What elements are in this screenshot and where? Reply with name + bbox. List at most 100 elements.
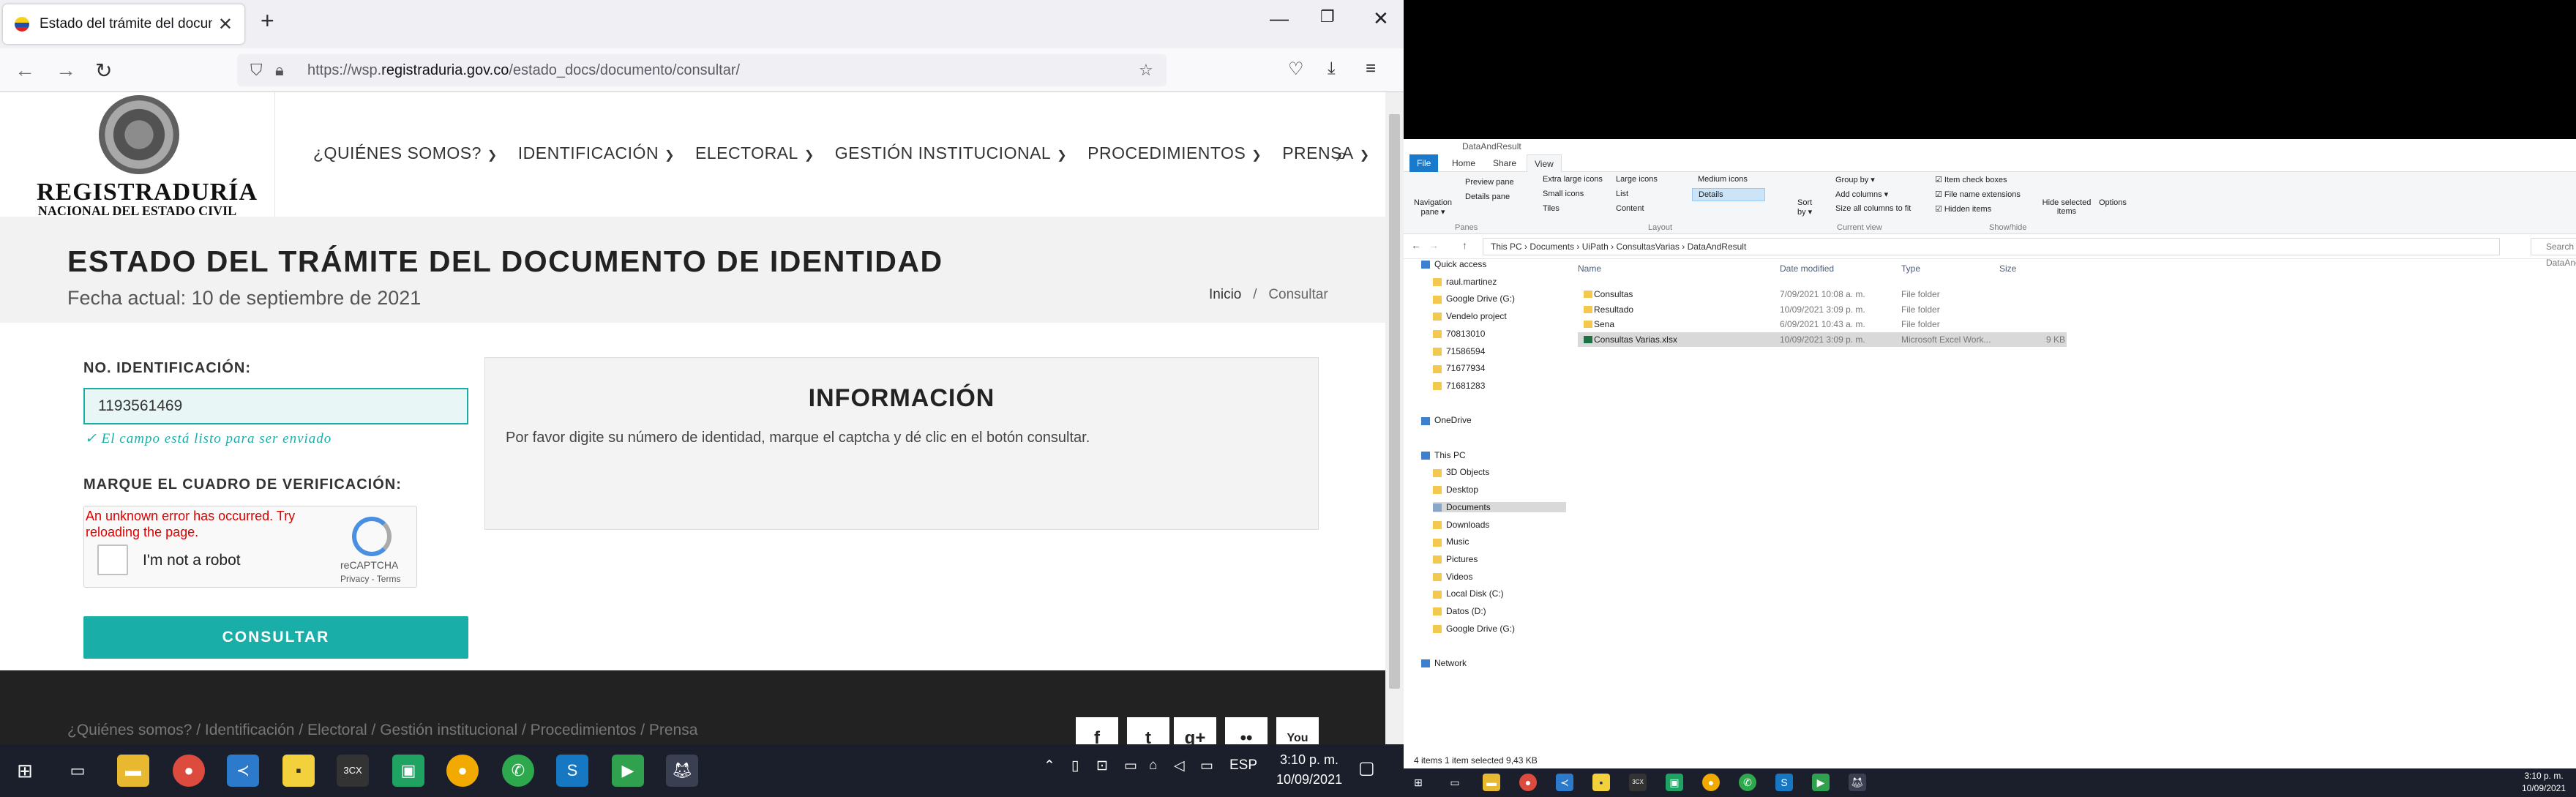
chrome-icon[interactable]: ● xyxy=(1519,774,1537,791)
consultar-button[interactable]: CONSULTAR xyxy=(83,616,468,659)
file-extensions-toggle[interactable]: ☑ File name extensions xyxy=(1935,190,2021,199)
3cx-icon[interactable]: 3CX xyxy=(337,755,369,787)
nav-item[interactable]: OneDrive xyxy=(1421,415,1472,425)
nav-item[interactable]: Datos (D:) xyxy=(1433,606,1486,616)
captcha-checkbox[interactable] xyxy=(97,545,128,575)
nav-item[interactable]: Music xyxy=(1433,536,1469,547)
col-name[interactable]: Name xyxy=(1578,263,1601,274)
restore-icon[interactable]: ❐ xyxy=(1320,7,1335,26)
sort-by-button[interactable]: Sort by ▾ xyxy=(1797,198,1818,217)
menu-icon[interactable]: ≡ xyxy=(1366,59,1376,79)
menu-item-quienes[interactable]: ¿QUIÉNES SOMOS? ❯ xyxy=(313,143,498,163)
firefox-icon[interactable]: 🦊︎ xyxy=(1849,774,1866,791)
show-hidden-icons-icon[interactable]: ⌃ xyxy=(1044,757,1055,774)
col-type[interactable]: Type xyxy=(1901,263,1920,274)
chrome-icon[interactable]: ● xyxy=(173,755,205,787)
chat-app-icon[interactable]: ▣ xyxy=(1666,774,1683,791)
nav-item[interactable]: 3D Objects xyxy=(1433,467,1489,477)
tab-file[interactable]: File xyxy=(1409,154,1439,172)
nav-item[interactable]: 71677934 xyxy=(1433,363,1485,373)
file-row[interactable]: Consultas Varias.xlsx 10/09/2021 3:09 p. … xyxy=(1578,332,2067,347)
reload-icon[interactable]: ↻ xyxy=(95,59,112,83)
tab-share[interactable]: Share xyxy=(1486,154,1524,172)
close-tab-icon[interactable]: ✕ xyxy=(218,14,233,35)
nav-item[interactable]: Videos xyxy=(1433,572,1472,582)
chat-app-icon[interactable]: ▣ xyxy=(392,755,424,787)
nav-item[interactable]: Downloads xyxy=(1433,520,1489,530)
menu-item-identificacion[interactable]: IDENTIFICACIÓN ❯ xyxy=(518,143,675,163)
nav-item[interactable]: Google Drive (G:) xyxy=(1433,293,1515,304)
medium-icons[interactable]: Medium icons xyxy=(1698,175,1748,184)
large-icons[interactable]: Large icons xyxy=(1616,175,1658,184)
volume-icon[interactable]: ◁ xyxy=(1174,757,1185,774)
minimize-icon[interactable]: — xyxy=(1270,7,1289,30)
language-indicator[interactable]: ESP xyxy=(1229,757,1257,774)
nav-item[interactable]: Google Drive (G:) xyxy=(1433,624,1515,634)
bookmark-star-icon[interactable]: ☆ xyxy=(1139,54,1153,86)
3cx-icon[interactable]: 3CX xyxy=(1629,774,1647,791)
back-icon[interactable]: ← xyxy=(1411,239,1421,251)
id-input[interactable]: 1193561469 xyxy=(83,388,468,424)
uipath-studio-icon[interactable]: S xyxy=(556,755,588,787)
breadcrumb-home[interactable]: Inicio xyxy=(1209,287,1241,302)
nav-item[interactable]: 71681283 xyxy=(1433,381,1485,391)
shield-icon[interactable]: ⛉ xyxy=(250,54,263,86)
file-explorer-icon[interactable]: ▬ xyxy=(117,755,149,787)
firefox-icon[interactable]: 🦊︎ xyxy=(666,755,698,787)
player-icon[interactable]: ▶ xyxy=(1812,774,1830,791)
nav-item[interactable]: raul.martinez xyxy=(1433,277,1497,287)
nav-item[interactable]: Desktop xyxy=(1433,484,1478,495)
nav-item[interactable]: 70813010 xyxy=(1433,329,1485,339)
lock-icon[interactable]: 🔒︎ xyxy=(275,54,284,86)
notifications-icon[interactable]: ▢ xyxy=(1358,757,1375,779)
back-icon[interactable]: ← xyxy=(15,59,35,82)
nav-item[interactable]: Vendelo project xyxy=(1433,311,1507,321)
page-scrollbar[interactable] xyxy=(1385,92,1404,744)
footer-links[interactable]: ¿Quiénes somos? / Identificación / Elect… xyxy=(67,722,697,739)
task-view-icon[interactable]: ▭ xyxy=(61,755,94,787)
size-columns-button[interactable]: Size all columns to fit xyxy=(1835,204,1911,213)
up-icon[interactable]: ↑ xyxy=(1462,239,1467,251)
navigation-pane-button[interactable]: Navigation pane ▾ xyxy=(1414,198,1452,217)
windows-start-icon[interactable]: ⊞ xyxy=(1409,774,1427,791)
app-icon[interactable]: ● xyxy=(446,755,479,787)
content-view[interactable]: Content xyxy=(1616,204,1644,213)
file-row[interactable]: Resultado 10/09/2021 3:09 p. m. File folde… xyxy=(1578,302,2397,317)
forward-icon[interactable]: → xyxy=(1429,239,1439,251)
usb-icon[interactable]: ▯ xyxy=(1071,757,1079,774)
nav-item[interactable]: This PC xyxy=(1421,450,1466,460)
whatsapp-icon[interactable]: ✆ xyxy=(1739,774,1756,791)
nav-item[interactable]: 71586594 xyxy=(1433,346,1485,356)
app-icon[interactable]: ● xyxy=(1702,774,1720,791)
display-icon[interactable]: ▭ xyxy=(1200,757,1213,774)
whatsapp-icon[interactable]: ✆ xyxy=(502,755,534,787)
taskbar-clock[interactable]: 3:10 p. m. 10/09/2021 xyxy=(1276,750,1342,790)
url-bar[interactable]: ⛉ 🔒︎ https://wsp.registraduria.gov.co/es… xyxy=(237,54,1167,86)
player-icon[interactable]: ▶ xyxy=(612,755,644,787)
menu-item-procedimientos[interactable]: PROCEDIMIENTOS ❯ xyxy=(1087,143,1262,163)
nav-item[interactable]: Network xyxy=(1421,658,1467,668)
group-by-button[interactable]: Group by ▾ xyxy=(1835,175,1875,184)
close-window-icon[interactable]: ✕ xyxy=(1373,7,1389,30)
vscode-icon[interactable]: ≺ xyxy=(1556,774,1573,791)
file-row[interactable]: Sena 6/09/2021 10:43 a. m. File folder xyxy=(1578,317,2397,332)
battery-icon[interactable]: ▭ xyxy=(1124,757,1137,774)
forward-icon[interactable]: → xyxy=(56,59,76,82)
item-check-boxes[interactable]: ☑ Item check boxes xyxy=(1935,175,2007,184)
search-icon[interactable]: ⌕ xyxy=(1336,143,1347,167)
address-bar[interactable]: This PC › Documents › UiPath › Consultas… xyxy=(1483,238,2500,255)
file-explorer-icon[interactable]: ▬ xyxy=(1483,774,1500,791)
pocket-icon[interactable]: ♡ xyxy=(1288,59,1304,80)
nav-item[interactable]: Quick access xyxy=(1421,259,1486,269)
menu-item-prensa[interactable]: PRENSA ❯ xyxy=(1282,143,1370,163)
menu-item-gestion[interactable]: GESTIÓN INSTITUCIONAL ❯ xyxy=(835,143,1067,163)
file-row[interactable]: Consultas 7/09/2021 10:08 a. m. File folde… xyxy=(1578,287,2397,302)
menu-item-electoral[interactable]: ELECTORAL ❯ xyxy=(695,143,815,163)
uipath-studio-icon[interactable]: S xyxy=(1775,774,1793,791)
preview-pane-button[interactable]: Preview pane xyxy=(1465,178,1514,187)
download-icon[interactable]: ⤓ xyxy=(1328,59,1336,79)
add-columns-button[interactable]: Add columns ▾ xyxy=(1835,190,1888,199)
network-icon[interactable]: ⌂ xyxy=(1149,757,1157,774)
task-view-icon[interactable]: ▭ xyxy=(1446,774,1464,791)
nav-item[interactable]: Local Disk (C:) xyxy=(1433,588,1504,599)
